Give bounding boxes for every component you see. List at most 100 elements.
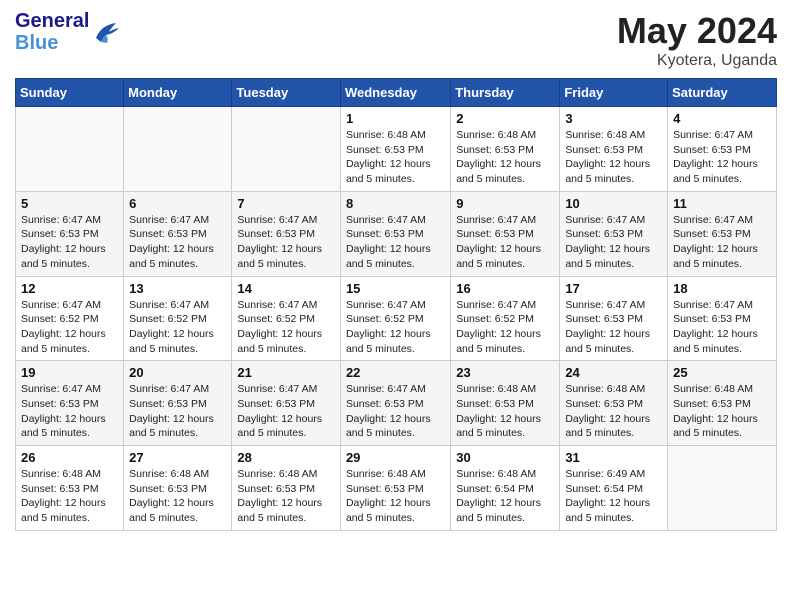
day-number: 17	[565, 281, 662, 296]
day-info: Sunrise: 6:47 AM Sunset: 6:53 PM Dayligh…	[129, 382, 226, 441]
table-row: 25Sunrise: 6:48 AM Sunset: 6:53 PM Dayli…	[668, 361, 777, 446]
day-number: 22	[346, 365, 445, 380]
table-row	[16, 107, 124, 192]
table-row: 5 Sunrise: 6:47 AM Sunset: 6:53 PM Daylig…	[16, 191, 124, 276]
table-row: 9 Sunrise: 6:47 AM Sunset: 6:53 PM Daylig…	[451, 191, 560, 276]
table-row: 4 Sunrise: 6:47 AM Sunset: 6:53 PM Daylig…	[668, 107, 777, 192]
day-info: Sunrise: 6:47 AM Sunset: 6:53 PM Dayligh…	[346, 213, 445, 272]
table-row: 13Sunrise: 6:47 AM Sunset: 6:52 PM Dayli…	[124, 276, 232, 361]
header-saturday: Saturday	[668, 79, 777, 107]
day-info: Sunrise: 6:47 AM Sunset: 6:52 PM Dayligh…	[237, 298, 335, 357]
day-info: Sunrise: 6:47 AM Sunset: 6:53 PM Dayligh…	[237, 213, 335, 272]
day-number: 4	[673, 111, 771, 126]
table-row	[668, 446, 777, 531]
day-number: 10	[565, 196, 662, 211]
day-number: 21	[237, 365, 335, 380]
header-monday: Monday	[124, 79, 232, 107]
table-row: 16Sunrise: 6:47 AM Sunset: 6:52 PM Dayli…	[451, 276, 560, 361]
day-number: 27	[129, 450, 226, 465]
day-info: Sunrise: 6:47 AM Sunset: 6:53 PM Dayligh…	[673, 298, 771, 357]
day-number: 30	[456, 450, 554, 465]
day-number: 23	[456, 365, 554, 380]
logo-general: General	[15, 10, 89, 32]
day-info: Sunrise: 6:47 AM Sunset: 6:52 PM Dayligh…	[346, 298, 445, 357]
table-row: 14 Sunrise: 6:47 AM Sunset: 6:52 PM Dayli…	[232, 276, 341, 361]
day-info: Sunrise: 6:48 AM Sunset: 6:53 PM Dayligh…	[565, 128, 662, 187]
day-info: Sunrise: 6:49 AM Sunset: 6:54 PM Dayligh…	[565, 467, 662, 526]
day-number: 6	[129, 196, 226, 211]
day-number: 14	[237, 281, 335, 296]
day-number: 2	[456, 111, 554, 126]
day-number: 9	[456, 196, 554, 211]
table-row: 1 Sunrise: 6:48 AM Sunset: 6:53 PM Daylig…	[340, 107, 450, 192]
logo-bird-icon	[91, 20, 121, 45]
day-info: Sunrise: 6:48 AM Sunset: 6:53 PM Dayligh…	[456, 128, 554, 187]
calendar-week-row: 5 Sunrise: 6:47 AM Sunset: 6:53 PM Daylig…	[16, 191, 777, 276]
table-row	[124, 107, 232, 192]
table-row: 19 Sunrise: 6:47 AM Sunset: 6:53 PM Dayli…	[16, 361, 124, 446]
location: Kyotera, Uganda	[617, 52, 777, 70]
day-info: Sunrise: 6:47 AM Sunset: 6:53 PM Dayligh…	[21, 213, 118, 272]
table-row: 12 Sunrise: 6:47 AM Sunset: 6:52 PM Dayli…	[16, 276, 124, 361]
table-row: 6Sunrise: 6:47 AM Sunset: 6:53 PM Daylig…	[124, 191, 232, 276]
header-sunday: Sunday	[16, 79, 124, 107]
day-info: Sunrise: 6:48 AM Sunset: 6:53 PM Dayligh…	[237, 467, 335, 526]
day-number: 31	[565, 450, 662, 465]
day-number: 19	[21, 365, 118, 380]
calendar-table: Sunday Monday Tuesday Wednesday Thursday…	[15, 78, 777, 531]
day-number: 18	[673, 281, 771, 296]
header-thursday: Thursday	[451, 79, 560, 107]
table-row: 28 Sunrise: 6:48 AM Sunset: 6:53 PM Dayli…	[232, 446, 341, 531]
table-row: 15 Sunrise: 6:47 AM Sunset: 6:52 PM Dayli…	[340, 276, 450, 361]
table-row: 10Sunrise: 6:47 AM Sunset: 6:53 PM Dayli…	[560, 191, 668, 276]
table-row: 23Sunrise: 6:48 AM Sunset: 6:53 PM Dayli…	[451, 361, 560, 446]
header-friday: Friday	[560, 79, 668, 107]
day-info: Sunrise: 6:47 AM Sunset: 6:52 PM Dayligh…	[21, 298, 118, 357]
day-number: 29	[346, 450, 445, 465]
day-number: 20	[129, 365, 226, 380]
calendar-week-row: 19 Sunrise: 6:47 AM Sunset: 6:53 PM Dayli…	[16, 361, 777, 446]
table-row: 27 Sunrise: 6:48 AM Sunset: 6:53 PM Dayli…	[124, 446, 232, 531]
header-wednesday: Wednesday	[340, 79, 450, 107]
table-row	[232, 107, 341, 192]
day-number: 8	[346, 196, 445, 211]
calendar-header-row: Sunday Monday Tuesday Wednesday Thursday…	[16, 79, 777, 107]
day-info: Sunrise: 6:47 AM Sunset: 6:53 PM Dayligh…	[346, 382, 445, 441]
day-info: Sunrise: 6:48 AM Sunset: 6:53 PM Dayligh…	[673, 382, 771, 441]
day-info: Sunrise: 6:48 AM Sunset: 6:53 PM Dayligh…	[346, 467, 445, 526]
table-row: 11Sunrise: 6:47 AM Sunset: 6:53 PM Dayli…	[668, 191, 777, 276]
day-info: Sunrise: 6:47 AM Sunset: 6:53 PM Dayligh…	[673, 128, 771, 187]
table-row: 18 Sunrise: 6:47 AM Sunset: 6:53 PM Dayli…	[668, 276, 777, 361]
day-info: Sunrise: 6:47 AM Sunset: 6:52 PM Dayligh…	[129, 298, 226, 357]
table-row: 7 Sunrise: 6:47 AM Sunset: 6:53 PM Daylig…	[232, 191, 341, 276]
month-title: May 2024	[617, 10, 777, 52]
table-row: 29 Sunrise: 6:48 AM Sunset: 6:53 PM Dayli…	[340, 446, 450, 531]
day-info: Sunrise: 6:47 AM Sunset: 6:53 PM Dayligh…	[237, 382, 335, 441]
header-tuesday: Tuesday	[232, 79, 341, 107]
day-number: 3	[565, 111, 662, 126]
logo-blue: Blue	[15, 32, 89, 54]
table-row: 31 Sunrise: 6:49 AM Sunset: 6:54 PM Dayli…	[560, 446, 668, 531]
header: General Blue May 2024 Kyotera, Uganda	[15, 10, 777, 70]
day-info: Sunrise: 6:47 AM Sunset: 6:53 PM Dayligh…	[21, 382, 118, 441]
table-row: 24Sunrise: 6:48 AM Sunset: 6:53 PM Dayli…	[560, 361, 668, 446]
table-row: 26Sunrise: 6:48 AM Sunset: 6:53 PM Dayli…	[16, 446, 124, 531]
day-number: 16	[456, 281, 554, 296]
day-number: 28	[237, 450, 335, 465]
day-info: Sunrise: 6:48 AM Sunset: 6:53 PM Dayligh…	[346, 128, 445, 187]
logo: General Blue	[15, 10, 121, 54]
day-number: 15	[346, 281, 445, 296]
day-number: 7	[237, 196, 335, 211]
day-number: 5	[21, 196, 118, 211]
day-number: 12	[21, 281, 118, 296]
table-row: 8 Sunrise: 6:47 AM Sunset: 6:53 PM Daylig…	[340, 191, 450, 276]
day-info: Sunrise: 6:48 AM Sunset: 6:53 PM Dayligh…	[129, 467, 226, 526]
day-info: Sunrise: 6:47 AM Sunset: 6:53 PM Dayligh…	[673, 213, 771, 272]
table-row: 22 Sunrise: 6:47 AM Sunset: 6:53 PM Dayli…	[340, 361, 450, 446]
day-info: Sunrise: 6:48 AM Sunset: 6:53 PM Dayligh…	[565, 382, 662, 441]
page-container: General Blue May 2024 Kyotera, Uganda Su…	[0, 0, 792, 541]
day-info: Sunrise: 6:47 AM Sunset: 6:53 PM Dayligh…	[456, 213, 554, 272]
title-block: May 2024 Kyotera, Uganda	[617, 10, 777, 70]
day-number: 1	[346, 111, 445, 126]
calendar-week-row: 26Sunrise: 6:48 AM Sunset: 6:53 PM Dayli…	[16, 446, 777, 531]
